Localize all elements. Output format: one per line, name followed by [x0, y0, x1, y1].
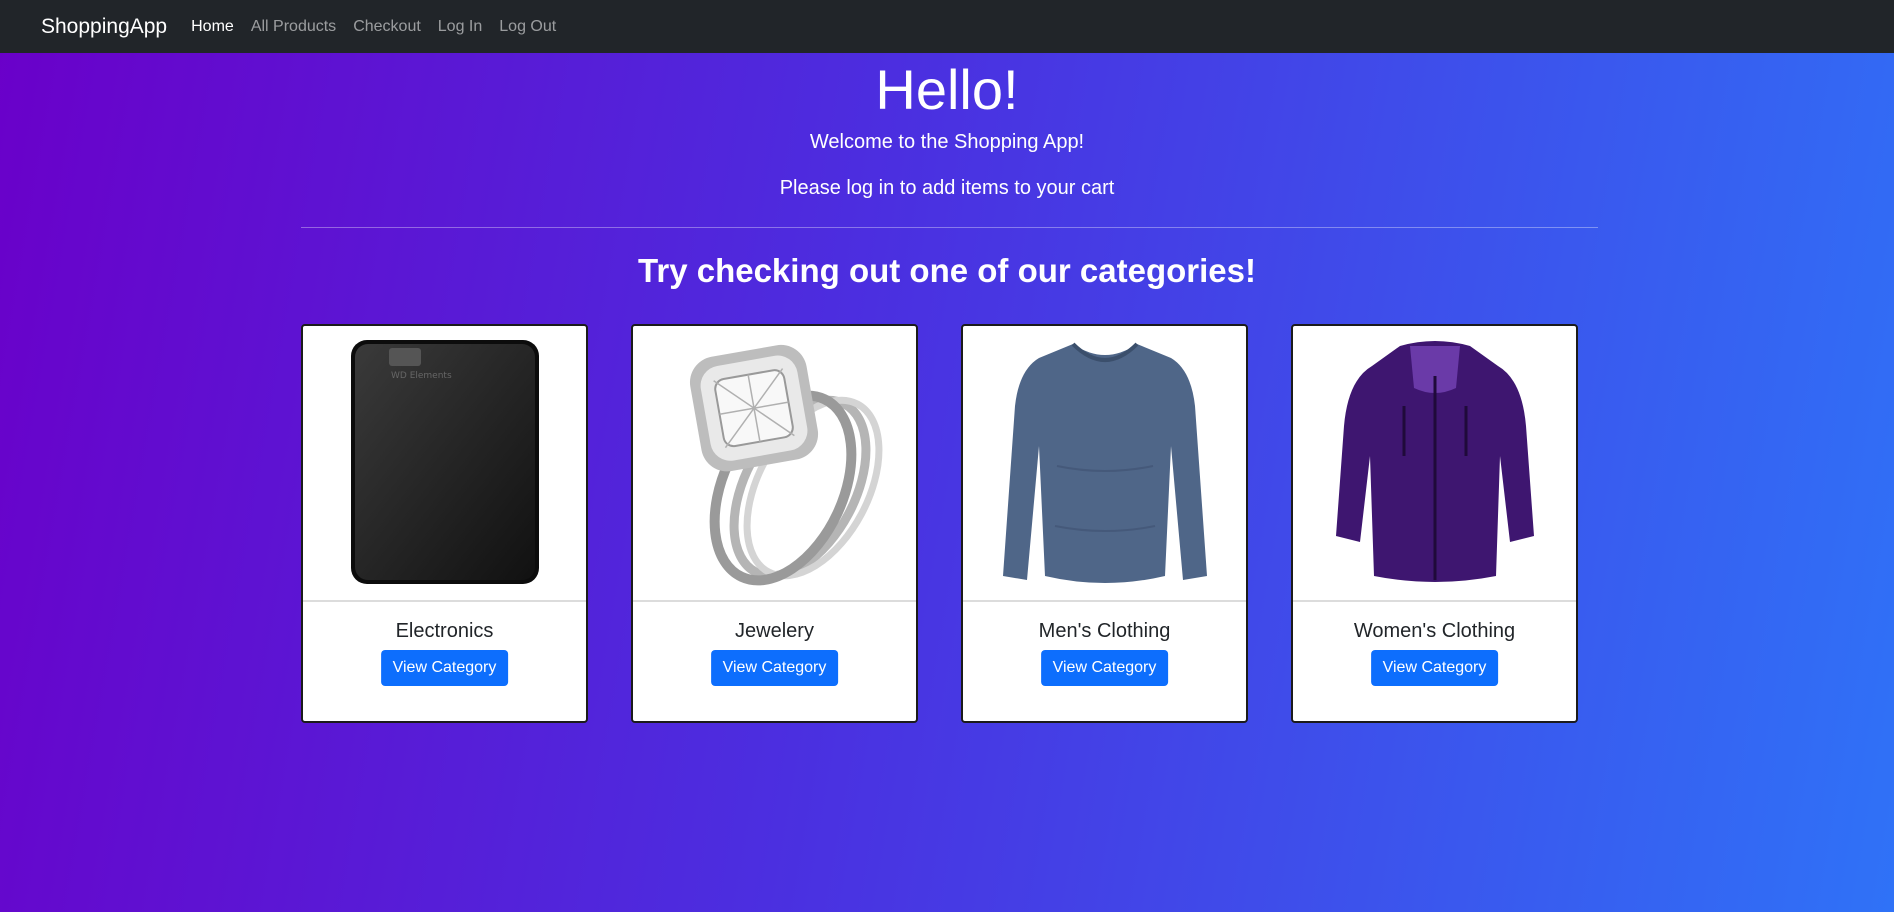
brand-link[interactable]: ShoppingApp	[41, 15, 167, 39]
category-card-jewelery: Jewelery View Category	[631, 324, 918, 723]
category-card-electronics: WD Elements Electronics View Category	[301, 324, 588, 723]
womens-clothing-image	[1293, 326, 1576, 602]
nav-link-log-in[interactable]: Log In	[438, 18, 482, 36]
nav-link-all-products[interactable]: All Products	[251, 18, 336, 36]
view-category-button[interactable]: View Category	[1370, 650, 1499, 686]
category-card-mens-clothing: Men's Clothing View Category	[961, 324, 1248, 723]
electronics-image: WD Elements	[303, 326, 586, 602]
mens-clothing-image	[963, 326, 1246, 602]
jacket-icon	[1335, 340, 1534, 582]
view-category-button[interactable]: View Category	[1040, 650, 1169, 686]
ring-icon	[689, 344, 882, 586]
category-title: Men's Clothing	[1038, 620, 1171, 642]
category-title: Women's Clothing	[1353, 620, 1516, 642]
page-title: Hello!	[875, 58, 1019, 121]
shirt-icon	[1002, 342, 1207, 583]
category-title: Electronics	[395, 620, 494, 642]
categories-heading: Try checking out one of our categories!	[638, 252, 1256, 289]
view-category-button[interactable]: View Category	[380, 650, 509, 686]
jewelery-image	[633, 326, 916, 602]
nav-link-home[interactable]: Home	[191, 18, 234, 36]
nav-link-checkout[interactable]: Checkout	[353, 18, 421, 36]
navbar: ShoppingApp Home All Products Checkout L…	[0, 0, 1894, 53]
welcome-text: Welcome to the Shopping App!	[809, 131, 1085, 153]
category-title: Jewelery	[735, 620, 814, 642]
divider	[301, 227, 1598, 228]
view-category-button[interactable]: View Category	[710, 650, 839, 686]
hard-drive-icon: WD Elements	[350, 340, 539, 584]
category-card-womens-clothing: Women's Clothing View Category	[1291, 324, 1578, 723]
login-prompt-text: Please log in to add items to your cart	[779, 177, 1115, 199]
nav-link-log-out[interactable]: Log Out	[499, 18, 556, 36]
svg-text:WD Elements: WD Elements	[391, 371, 452, 381]
